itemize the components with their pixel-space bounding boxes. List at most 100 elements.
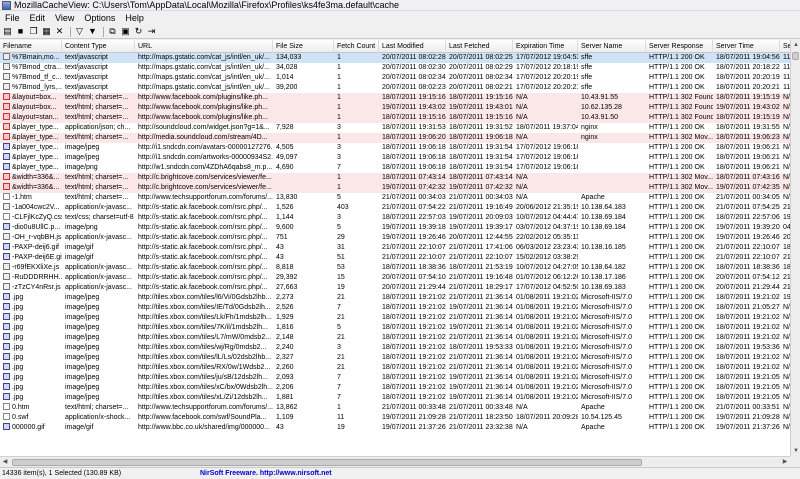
cell-content-type: application/x-shock... (65, 414, 131, 421)
cell-file-size: 2,260 (276, 364, 294, 371)
menu-item-options[interactable]: Options (79, 12, 120, 25)
table-row[interactable]: &player_type... image/jpeg http://i1.sndcd… (0, 143, 790, 153)
table-row[interactable]: .jpg image/jpeg http://tiles.xbox.com/tile… (0, 363, 790, 373)
cell-expiration-time: N/A (516, 184, 528, 191)
cell-ser: N/ (783, 164, 790, 171)
column-header-ser[interactable]: Ser (780, 40, 790, 53)
menu-item-edit[interactable]: Edit (25, 12, 51, 25)
table-row[interactable]: .jpg image/jpeg http://tiles.xbox.com/tile… (0, 333, 790, 343)
table-row[interactable]: -r69fEKXliXe.js application/x-javasc... ht… (0, 263, 790, 273)
table-row[interactable]: -PAXP-deij6.gif image/gif http://s-static.… (0, 243, 790, 253)
horizontal-scrollbar[interactable]: ◀ ▶ (0, 456, 790, 467)
scroll-left-arrow-icon[interactable]: ◀ (0, 457, 10, 467)
column-header-server-name[interactable]: Server Name (578, 40, 646, 53)
refresh-icon[interactable]: ↻ (133, 26, 144, 37)
vertical-scrollbar[interactable]: ▲ ▼ (790, 40, 800, 456)
column-header-fetch-count[interactable]: Fetch Count (334, 40, 379, 53)
table-row[interactable]: &layout=box... text/html; charset=... http… (0, 93, 790, 103)
open-icon[interactable]: ▤ (2, 26, 13, 37)
cell-server-response: HTTP/1.1 200 OK (649, 354, 705, 361)
table-row[interactable]: %7Bmain,mo... text/javascript http://maps.… (0, 53, 790, 63)
table-row[interactable]: &width=336&... text/html; charset=... http… (0, 173, 790, 183)
cell-server-name: 10.138.64.183 (581, 204, 626, 211)
column-header-url[interactable]: URL (135, 40, 273, 53)
table-row[interactable]: 0.htm text/html; charset=... http://www.te… (0, 403, 790, 413)
cell-ser: N/ (783, 364, 790, 371)
column-header-server-response[interactable]: Server Response (646, 40, 713, 53)
table-row[interactable]: &player_type... text/html; charset=... htt… (0, 133, 790, 143)
column-header-filename[interactable]: Filename (0, 40, 62, 53)
cell-last-modified: 18/07/2011 19:21:02 (382, 344, 446, 351)
scroll-down-arrow-icon[interactable]: ▼ (791, 446, 800, 456)
table-row[interactable]: &player_type... image/jpeg http://i1.sndcd… (0, 153, 790, 163)
cell-url: http://s-static.ak.facebook.com/rsrc.php… (138, 214, 268, 221)
table-row[interactable]: .jpg image/jpeg http://tiles.xbox.com/tile… (0, 303, 790, 313)
delete-icon[interactable]: ✕ (54, 26, 65, 37)
table-row[interactable]: &width=336&... text/html; charset=... http… (0, 183, 790, 193)
table-row[interactable]: .jpg image/jpeg http://tiles.xbox.com/tile… (0, 343, 790, 353)
column-header-last-modified[interactable]: Last Modified (379, 40, 446, 53)
vertical-scroll-thumb[interactable] (792, 52, 799, 60)
scroll-right-arrow-icon[interactable]: ▶ (780, 457, 790, 467)
column-header-file-size[interactable]: File Size (273, 40, 334, 53)
cell-filename: -PAXP-deij6E.gif (0, 253, 62, 263)
table-row[interactable]: .jpg image/jpeg http://tiles.xbox.com/tile… (0, 323, 790, 333)
table-row[interactable]: &layout=stan... text/html; charset=... htt… (0, 113, 790, 123)
table-row[interactable]: -PAXP-deij6E.gif image/gif http://s-static… (0, 253, 790, 263)
filename-text: .jpg (12, 384, 24, 391)
table-row[interactable]: -dio0u8UllC.p... image/png http://s-static… (0, 223, 790, 233)
column-header-server-time[interactable]: Server Time (713, 40, 780, 53)
cache-list-view[interactable]: Filename Content Type URL File Size Fetch Co… (0, 40, 790, 456)
table-row[interactable]: .jpg image/jpeg http://tiles.xbox.com/tile… (0, 293, 790, 303)
save-icon[interactable]: ■ (15, 26, 26, 37)
table-row[interactable]: .jpg image/jpeg http://tiles.xbox.com/tile… (0, 373, 790, 383)
filename-text: %7Bmod_ctra... (12, 64, 62, 71)
table-row[interactable]: .jpg image/jpeg http://tiles.xbox.com/tile… (0, 313, 790, 323)
cell-file-size: 4,690 (276, 164, 294, 171)
column-header-expiration-time[interactable]: Expiration Time (513, 40, 578, 53)
table-row[interactable]: -zTzCY4nRsr.js application/x-javasc... htt… (0, 283, 790, 293)
table-row[interactable]: &player_type... image/png http://w1.sndcdn… (0, 163, 790, 173)
cell-file-size (273, 103, 334, 113)
cell-expiration-time: 17/07/2012 19:06:18 (516, 144, 578, 151)
table-row[interactable]: -1a004cwc2V... application/x-javasc... htt… (0, 203, 790, 213)
cell-ser: N/ (783, 394, 790, 401)
cell-server-time: 18/07/2011 19:31:55 (716, 124, 780, 131)
exit-icon[interactable]: ⇥ (146, 26, 157, 37)
table-row[interactable]: .jpg image/jpeg http://tiles.xbox.com/tile… (0, 353, 790, 363)
scroll-up-arrow-icon[interactable]: ▲ (791, 40, 800, 50)
table-row[interactable]: .jpg image/jpeg http://tiles.xbox.com/tile… (0, 383, 790, 393)
filter-icon[interactable]: ▽ (74, 26, 85, 37)
properties-icon[interactable]: ▣ (120, 26, 131, 37)
cell-url: http://s-static.ak.facebook.com/rsrc.php… (138, 204, 268, 211)
html-report-icon[interactable]: ▦ (41, 26, 52, 37)
column-header-content-type[interactable]: Content Type (62, 40, 135, 53)
cell-server-response: HTTP/1.1 200 OK (649, 234, 705, 241)
table-row[interactable]: -RuDDDRRHH... application/x-javasc... http… (0, 273, 790, 283)
cell-fetch-count: 1 (337, 184, 341, 191)
table-row[interactable]: -OH_r-vqbBH.js application/x-javasc... htt… (0, 233, 790, 243)
horizontal-scroll-thumb[interactable] (12, 459, 642, 466)
table-row[interactable]: &player_type... application/json; ch... ht… (0, 123, 790, 133)
menu-item-view[interactable]: View (50, 12, 79, 25)
menu-item-file[interactable]: File (0, 12, 25, 25)
table-row[interactable]: %7Bmod_lyrs,... text/javascript http://map… (0, 83, 790, 93)
table-row[interactable]: -1.htm text/html; charset=... http://www.t… (0, 193, 790, 203)
copy-files-icon[interactable]: ⧉ (107, 26, 118, 37)
menu-item-help[interactable]: Help (120, 12, 149, 25)
cell-filename: &layout=box... (0, 93, 62, 103)
cell-ser: N/ (783, 314, 790, 321)
copy-icon[interactable]: ❐ (28, 26, 39, 37)
filter-options-icon[interactable]: ▼ (87, 26, 98, 37)
cell-server-name: 10.138.69.184 (581, 224, 626, 231)
nirsoft-link[interactable]: NirSoft Freeware. http://www.nirsoft.net (200, 468, 332, 479)
column-header-last-fetched[interactable]: Last Fetched (446, 40, 513, 53)
table-row[interactable]: 0.swf application/x-shock... http://www.fa… (0, 413, 790, 423)
table-row[interactable]: &layout=box... text/html; charset=... http… (0, 103, 790, 113)
table-row[interactable]: .jpg image/jpeg http://tiles.xbox.com/tile… (0, 393, 790, 403)
table-row[interactable]: %7Bmod_tf_c... text/javascript http://maps… (0, 73, 790, 83)
table-row[interactable]: 000000.gif image/gif http://www.bbc.co.uk/… (0, 423, 790, 433)
table-row[interactable]: -CLFjlKcZyQ.css text/css; charset=utf-8 ht… (0, 213, 790, 223)
cell-url: http://s-static.ak.facebook.com/rsrc.php… (138, 234, 268, 241)
table-row[interactable]: %7Bmod_ctra... text/javascript http://maps… (0, 63, 790, 73)
